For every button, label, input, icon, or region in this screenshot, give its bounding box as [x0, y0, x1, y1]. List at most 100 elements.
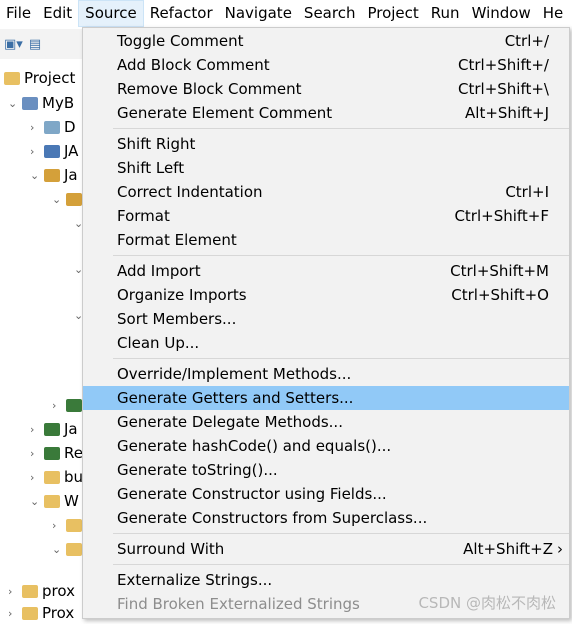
menu-item-generate-delegate-methods[interactable]: Generate Delegate Methods...: [83, 410, 569, 434]
tree-item-label: Prox: [42, 604, 75, 622]
chevron-down-icon[interactable]: ⌄: [52, 193, 62, 206]
menu-he[interactable]: He: [537, 0, 570, 27]
chevron-down-icon[interactable]: ⌄: [52, 543, 62, 556]
tree-item[interactable]: › Re: [30, 442, 83, 464]
menu-refactor[interactable]: Refactor: [144, 0, 219, 27]
menu-item-shortcut: Ctrl+Shift+F: [454, 207, 549, 225]
new-icon[interactable]: ▣▾: [4, 37, 23, 52]
menu-item-sort-members[interactable]: Sort Members...: [83, 307, 569, 331]
menu-item-generate-constructor-using-fields[interactable]: Generate Constructor using Fields...: [83, 482, 569, 506]
menu-item-generate-element-comment[interactable]: Generate Element Comment Alt+Shift+J: [83, 101, 569, 125]
menu-search[interactable]: Search: [298, 0, 362, 27]
tree-node-icon: [44, 470, 60, 484]
tree-item[interactable]: › prox: [8, 580, 75, 602]
chevron-down-icon[interactable]: ⌄: [8, 97, 18, 110]
project-explorer-title: Project: [24, 69, 76, 87]
menu-window[interactable]: Window: [466, 0, 537, 27]
chevron-down-icon[interactable]: ⌄: [30, 495, 40, 508]
menu-item-shortcut: Alt+Shift+Z: [463, 540, 553, 558]
menu-source[interactable]: Source: [78, 0, 144, 27]
menu-item-label: Generate Delegate Methods...: [117, 413, 343, 431]
tree-item[interactable]: › Ja: [30, 418, 78, 440]
project-explorer: Project ⌄ MyB › D › JA ⌄ Ja ⌄ ⌄ ⌄ ⌄ › › Ja › Re › bu ⌄ W › ⌄ › p…: [0, 62, 90, 622]
tree-item-label: Ja: [64, 166, 78, 184]
menu-item-surround-with[interactable]: Surround With Alt+Shift+Z ›: [83, 537, 569, 561]
menu-item-format-element[interactable]: Format Element: [83, 228, 569, 252]
tree-item[interactable]: ⌄: [52, 538, 86, 560]
tree-item[interactable]: › Prox: [8, 602, 74, 624]
menu-separator: [113, 252, 569, 259]
chevron-right-icon[interactable]: ›: [8, 607, 18, 620]
menu-item-label: Shift Left: [117, 159, 185, 177]
tree-node-icon: [66, 518, 82, 532]
menu-item-shortcut: Alt+Shift+J: [465, 104, 549, 122]
menu-item-shortcut: Ctrl+Shift+M: [450, 262, 549, 280]
tree-item[interactable]: ⌄ MyB: [8, 92, 74, 114]
menu-item-label: Generate toString()...: [117, 461, 278, 479]
chevron-right-icon[interactable]: ›: [8, 585, 18, 598]
menu-item-format[interactable]: Format Ctrl+Shift+F: [83, 204, 569, 228]
menu-item-label: Generate Constructors from Superclass...: [117, 509, 428, 527]
menu-navigate[interactable]: Navigate: [219, 0, 298, 27]
tree-node-icon: [44, 144, 60, 158]
chevron-right-icon[interactable]: ›: [52, 519, 62, 532]
chevron-right-icon[interactable]: ›: [30, 423, 40, 436]
menu-separator: [113, 125, 569, 132]
tree-item[interactable]: ›: [52, 514, 86, 536]
menu-file[interactable]: File: [0, 0, 37, 27]
project-explorer-tab[interactable]: Project: [4, 67, 75, 89]
menu-item-label: Sort Members...: [117, 310, 237, 328]
chevron-right-icon[interactable]: ›: [30, 471, 40, 484]
menu-item-correct-indentation[interactable]: Correct Indentation Ctrl+I: [83, 180, 569, 204]
tree-item-label: JA: [64, 142, 79, 160]
tree-item[interactable]: › bu: [30, 466, 83, 488]
menu-item-label: Override/Implement Methods...: [117, 365, 352, 383]
tree-node-icon: [66, 192, 82, 206]
menu-item-shift-left[interactable]: Shift Left: [83, 156, 569, 180]
tree-item[interactable]: › JA: [30, 140, 78, 162]
menu-item-label: Shift Right: [117, 135, 196, 153]
tree-item-label: W: [64, 492, 79, 510]
tree-item[interactable]: ⌄ W: [30, 490, 79, 512]
chevron-right-icon[interactable]: ›: [30, 121, 40, 134]
chevron-right-icon[interactable]: ›: [30, 145, 40, 158]
menu-item-label: Correct Indentation: [117, 183, 263, 201]
menu-item-externalize-strings[interactable]: Externalize Strings...: [83, 568, 569, 592]
watermark: CSDN @肉松不肉松: [418, 594, 556, 612]
menu-item-add-import[interactable]: Add Import Ctrl+Shift+M: [83, 259, 569, 283]
menu-item-label: Clean Up...: [117, 334, 200, 352]
menu-item-override-implement-methods[interactable]: Override/Implement Methods...: [83, 362, 569, 386]
tree-item[interactable]: › D: [30, 116, 76, 138]
menu-item-toggle-comment[interactable]: Toggle Comment Ctrl+/: [83, 29, 569, 53]
menu-item-shift-right[interactable]: Shift Right: [83, 132, 569, 156]
menu-run[interactable]: Run: [425, 0, 466, 27]
menu-item-clean-up[interactable]: Clean Up...: [83, 331, 569, 355]
save-icon[interactable]: ▤: [29, 37, 41, 52]
menu-separator: [113, 561, 569, 568]
tree-item[interactable]: ⌄: [52, 188, 86, 210]
menu-item-remove-block-comment[interactable]: Remove Block Comment Ctrl+Shift+\: [83, 77, 569, 101]
tree-node-icon: [44, 494, 60, 508]
tree-item-label: bu: [64, 468, 84, 486]
menu-item-label: Generate Element Comment: [117, 104, 333, 122]
menu-item-label: Generate hashCode() and equals()...: [117, 437, 392, 455]
menu-separator: [113, 355, 569, 362]
menu-item-generate-constructors-from-superclass[interactable]: Generate Constructors from Superclass...: [83, 506, 569, 530]
tree-node-icon: [22, 96, 38, 110]
menu-item-generate-tostring[interactable]: Generate toString()...: [83, 458, 569, 482]
menu-project[interactable]: Project: [361, 0, 424, 27]
tree-node-icon: [44, 120, 60, 134]
menu-item-generate-getters-and-setters[interactable]: Generate Getters and Setters...: [83, 386, 569, 410]
tree-item[interactable]: ⌄ Ja: [30, 164, 78, 186]
chevron-right-icon[interactable]: ›: [52, 399, 62, 412]
chevron-down-icon[interactable]: ⌄: [30, 169, 40, 182]
menu-item-organize-imports[interactable]: Organize Imports Ctrl+Shift+O: [83, 283, 569, 307]
menu-item-label: Format Element: [117, 231, 237, 249]
chevron-right-icon[interactable]: ›: [30, 447, 40, 460]
tree-node-icon: [66, 542, 82, 556]
menu-item-generate-hashcode-and-equals[interactable]: Generate hashCode() and equals()...: [83, 434, 569, 458]
menu-item-add-block-comment[interactable]: Add Block Comment Ctrl+Shift+/: [83, 53, 569, 77]
menu-item-label: Format: [117, 207, 170, 225]
menu-edit[interactable]: Edit: [37, 0, 78, 27]
tree-item[interactable]: ›: [52, 394, 86, 416]
